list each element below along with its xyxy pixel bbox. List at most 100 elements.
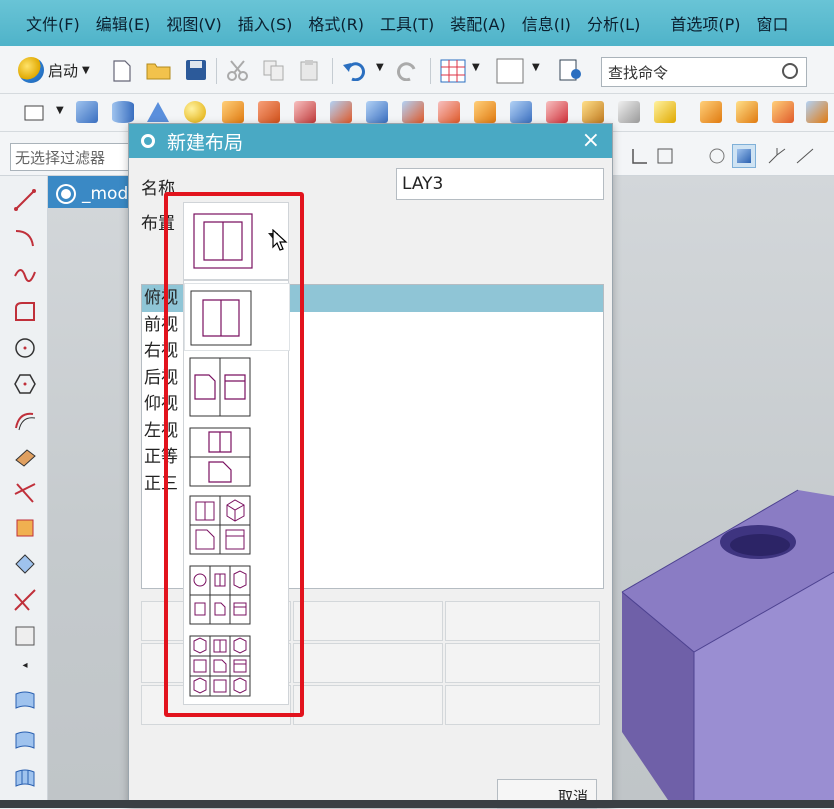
layout-pane-cell[interactable] xyxy=(293,601,443,641)
menu-view[interactable]: 视图(V) xyxy=(160,11,227,35)
revolve-icon[interactable] xyxy=(258,101,280,123)
layout-dropdown-list xyxy=(183,280,290,705)
snap-icon[interactable] xyxy=(630,146,652,166)
sphere-icon[interactable] xyxy=(184,101,206,123)
intersect-curve-icon[interactable] xyxy=(13,480,37,504)
boss-icon[interactable] xyxy=(330,101,352,123)
menu-analysis[interactable]: 分析(L) xyxy=(581,11,646,35)
emboss-icon[interactable] xyxy=(510,101,532,123)
layout-pane-cell[interactable] xyxy=(445,685,600,725)
subtract-icon[interactable] xyxy=(546,101,568,123)
layout-two-vertical-icon xyxy=(193,213,253,269)
close-icon[interactable]: × xyxy=(582,128,600,153)
selection-filter-select[interactable]: 无选择过滤器 xyxy=(10,143,132,171)
menu-edit[interactable]: 编辑(E) xyxy=(90,11,157,35)
new-file-icon[interactable] xyxy=(112,60,132,82)
block-icon[interactable] xyxy=(76,101,98,123)
layout-pane-cell[interactable] xyxy=(293,643,443,683)
arc-tool-icon[interactable] xyxy=(13,226,37,250)
layout-dropdown-icon[interactable]: ▼ xyxy=(472,62,480,73)
sketch-dropdown-icon[interactable]: ▼ xyxy=(56,105,64,116)
slot-icon[interactable] xyxy=(438,101,460,123)
menu-insert[interactable]: 插入(S) xyxy=(232,11,299,35)
menu-tools[interactable]: 工具(T) xyxy=(374,11,440,35)
layout-pane-cell[interactable] xyxy=(445,643,600,683)
dialog-title-bar[interactable]: 新建布局 xyxy=(129,124,612,158)
layout-name-value: LAY3 xyxy=(402,174,444,194)
shaded-view-icon[interactable] xyxy=(706,146,728,166)
open-folder-icon[interactable] xyxy=(146,59,172,81)
trim-body-icon[interactable] xyxy=(772,101,794,123)
color-swatch-icon[interactable] xyxy=(496,58,524,84)
line-icon[interactable] xyxy=(794,146,816,166)
start-button[interactable]: 启动 ▼ xyxy=(14,56,94,84)
project-curve-icon[interactable] xyxy=(13,444,37,468)
shell-icon[interactable] xyxy=(618,101,640,123)
mirror-icon[interactable] xyxy=(736,101,758,123)
section-curve-icon[interactable] xyxy=(13,516,37,540)
layout-six-grid-icon xyxy=(189,565,251,625)
search-command-input[interactable]: 查找命令 xyxy=(601,57,807,87)
trim-curve-icon[interactable] xyxy=(13,588,37,612)
layout-option[interactable] xyxy=(184,565,290,627)
extrude-icon[interactable] xyxy=(222,101,244,123)
redo-icon[interactable] xyxy=(396,59,420,81)
unite-icon[interactable] xyxy=(582,101,604,123)
circle-tool-icon[interactable] xyxy=(13,336,37,360)
layout-option[interactable] xyxy=(184,283,290,351)
axis-icon[interactable] xyxy=(766,146,788,166)
pocket-icon[interactable] xyxy=(366,101,388,123)
render-style-button[interactable] xyxy=(732,144,756,168)
mesh-surface-icon[interactable] xyxy=(13,766,37,790)
cut-icon[interactable] xyxy=(226,59,250,81)
split-body-icon[interactable] xyxy=(806,101,828,123)
hole-icon[interactable] xyxy=(294,101,316,123)
menu-assembly[interactable]: 装配(A) xyxy=(444,11,511,35)
chevron-down-icon: ▼ xyxy=(82,64,90,76)
layout-pane-cell[interactable] xyxy=(445,601,600,641)
surface-tool-icon[interactable] xyxy=(13,688,37,712)
search-icon[interactable] xyxy=(782,63,798,79)
polygon-tool-icon[interactable] xyxy=(13,372,37,396)
copy-icon[interactable] xyxy=(262,59,286,81)
menu-window[interactable]: 窗口 xyxy=(750,11,794,35)
layout-name-input[interactable]: LAY3 xyxy=(396,168,604,200)
cone-icon[interactable] xyxy=(146,101,170,123)
menu-file[interactable]: 文件(F) xyxy=(20,11,86,35)
sketch-icon[interactable] xyxy=(22,101,46,123)
line-tool-icon[interactable] xyxy=(13,188,37,212)
dialog-icon xyxy=(141,134,155,148)
layout-two-vertical-icon xyxy=(190,290,252,346)
layout-option[interactable] xyxy=(184,495,290,557)
save-icon[interactable] xyxy=(185,59,207,81)
select-box-icon[interactable] xyxy=(656,146,678,166)
draft-icon[interactable] xyxy=(654,101,676,123)
layout-option[interactable] xyxy=(184,635,290,701)
more-tools-icon[interactable]: ◂ xyxy=(13,660,37,684)
selection-filter-value: 无选择过滤器 xyxy=(15,149,106,167)
undo-icon[interactable] xyxy=(342,59,366,81)
command-finder-icon[interactable] xyxy=(558,56,584,84)
edit-curve-icon[interactable] xyxy=(13,624,37,648)
name-label: 名称 xyxy=(141,179,175,199)
layout-option[interactable] xyxy=(184,357,290,419)
groove-icon[interactable] xyxy=(474,101,496,123)
fillet-curve-icon[interactable] xyxy=(13,300,37,324)
menu-format[interactable]: 格式(R) xyxy=(302,11,370,35)
cylinder-icon[interactable] xyxy=(112,101,134,123)
layout-pane-cell[interactable] xyxy=(293,685,443,725)
menu-preferences[interactable]: 首选项(P) xyxy=(664,11,746,35)
layout-grid-icon[interactable] xyxy=(440,59,466,83)
undo-dropdown-icon[interactable]: ▼ xyxy=(376,62,384,73)
menu-information[interactable]: 信息(I) xyxy=(516,11,577,35)
offset-curve-icon[interactable] xyxy=(13,408,37,432)
pattern-icon[interactable] xyxy=(700,101,722,123)
layout-option[interactable] xyxy=(184,427,290,489)
extract-curve-icon[interactable] xyxy=(13,552,37,576)
paste-icon[interactable] xyxy=(298,59,322,81)
ruled-surface-icon[interactable] xyxy=(13,728,37,752)
spline-tool-icon[interactable] xyxy=(13,262,37,286)
pad-icon[interactable] xyxy=(402,101,424,123)
dialog-title: 新建布局 xyxy=(167,131,244,154)
color-dropdown-icon[interactable]: ▼ xyxy=(532,62,540,73)
